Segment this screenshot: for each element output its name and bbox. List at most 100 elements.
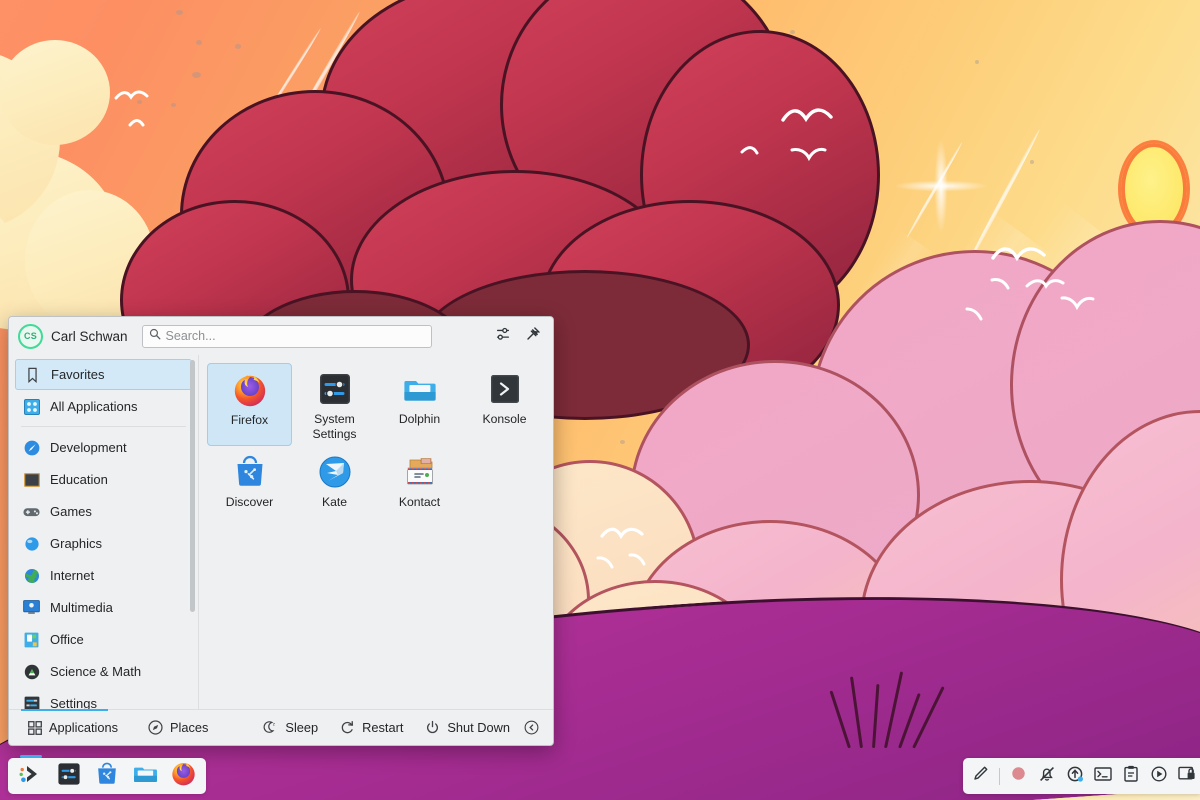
tray-notifications[interactable] (1037, 766, 1056, 786)
sidebar-item-label: Settings (50, 696, 97, 709)
category-sidebar[interactable]: Favorites All Applications Development E… (9, 355, 199, 709)
sidebar-item-internet[interactable]: Internet (15, 560, 192, 591)
sidebar-item-all-applications[interactable]: All Applications (15, 391, 192, 422)
tray-updates[interactable] (1065, 766, 1084, 786)
kickoff-body: Favorites All Applications Development E… (9, 355, 553, 709)
system-settings-icon (57, 762, 81, 791)
leave-more-button[interactable] (520, 716, 543, 739)
dolphin-folder-icon (133, 761, 158, 791)
education-icon (23, 471, 40, 488)
firefox-icon (171, 761, 196, 791)
lock-screen-icon (1177, 765, 1196, 787)
bird-icon (600, 520, 646, 546)
tray-clipboard[interactable] (1121, 765, 1140, 788)
sidebar-item-settings[interactable]: Settings (15, 688, 192, 709)
task-discover[interactable] (90, 761, 124, 791)
kickoff-header: CS Carl Schwan (9, 317, 553, 355)
task-firefox[interactable] (166, 761, 200, 791)
firefox-icon (233, 373, 267, 407)
shutdown-button[interactable]: Shut Down (417, 716, 518, 739)
tray-media-player[interactable] (1149, 765, 1168, 786)
grain-speck (975, 60, 979, 64)
pen-icon (972, 765, 989, 787)
graphics-sphere-icon (23, 535, 40, 552)
record-circle-icon (1010, 765, 1027, 787)
app-tile-konsole[interactable]: Konsole (462, 363, 547, 446)
tray-screen-lock[interactable] (1177, 765, 1196, 787)
sidebar-item-office[interactable]: Office (15, 624, 192, 655)
bird-icon (628, 545, 662, 567)
bird-icon (596, 548, 630, 570)
power-label: Restart (362, 720, 404, 735)
bird-icon (128, 112, 162, 132)
search-icon (149, 327, 161, 345)
tray-konsole[interactable] (1093, 766, 1112, 787)
kickoff-footer: Applications Places z Sleep Restart Shut… (9, 709, 553, 745)
grid-apps-icon (27, 720, 42, 735)
bird-icon (740, 138, 784, 160)
bookmark-icon (24, 366, 41, 383)
monitor-media-icon (23, 599, 40, 616)
bird-icon (1060, 288, 1096, 310)
compass-icon (148, 720, 163, 735)
dolphin-folder-icon (403, 372, 437, 406)
app-tile-kontact[interactable]: Kontact (377, 446, 462, 529)
task-system-settings[interactable] (52, 761, 86, 791)
app-label: Konsole (482, 412, 527, 426)
konsole-icon (488, 372, 522, 406)
sidebar-item-label: Office (50, 632, 84, 647)
sidebar-scrollbar[interactable] (190, 360, 195, 612)
bird-icon (990, 270, 1028, 292)
sidebar-item-label: Internet (50, 568, 95, 583)
sidebar-item-games[interactable]: Games (15, 496, 192, 527)
kickoff-launcher-button[interactable] (14, 755, 48, 791)
restart-button[interactable]: Restart (332, 716, 411, 739)
pin-icon (526, 326, 541, 346)
sidebar-item-development[interactable]: Development (15, 432, 192, 463)
avatar[interactable]: CS (18, 323, 43, 349)
panel-left-group (8, 755, 206, 794)
sidebar-item-label: All Applications (50, 399, 138, 414)
sidebar-item-label: Science & Math (50, 664, 142, 679)
app-tile-system-settings[interactable]: System Settings (292, 363, 377, 446)
pin-button[interactable] (522, 325, 545, 348)
sidebar-item-education[interactable]: Education (15, 464, 192, 495)
terminal-icon (1093, 766, 1112, 787)
app-label: Kontact (398, 495, 441, 509)
search-input[interactable] (165, 329, 425, 343)
sidebar-item-multimedia[interactable]: Multimedia (15, 592, 192, 623)
development-icon (23, 439, 40, 456)
sliders-icon (495, 326, 511, 347)
gamepad-icon (23, 503, 40, 520)
tray-recording[interactable] (1009, 767, 1028, 786)
sidebar-item-label: Games (50, 504, 92, 519)
sidebar-item-label: Favorites (51, 367, 105, 382)
search-field[interactable] (141, 324, 432, 348)
kontact-mail-icon (403, 455, 437, 489)
sidebar-item-graphics[interactable]: Graphics (15, 528, 192, 559)
tab-places[interactable]: Places (140, 716, 216, 739)
sidebar-separator (21, 426, 186, 427)
favorites-pane: Firefox System Settings Dolphin Konsole … (199, 355, 553, 709)
app-tile-firefox[interactable]: Firefox (207, 363, 292, 446)
sidebar-item-label: Graphics (50, 536, 103, 551)
sidebar-item-label: Multimedia (50, 600, 113, 615)
app-label: Discover (225, 495, 274, 509)
configure-button[interactable] (491, 325, 514, 348)
task-dolphin[interactable] (128, 761, 162, 791)
application-launcher-menu[interactable]: CS Carl Schwan Search... Favorites All A… (8, 316, 554, 746)
desktop-screen: CS Carl Schwan Search... Favorites All A… (0, 0, 1200, 800)
office-doc-icon (23, 631, 40, 648)
app-tile-kate[interactable]: Kate (292, 446, 377, 529)
sidebar-item-favorites[interactable]: Favorites (15, 359, 192, 390)
tray-annotate[interactable] (971, 765, 990, 787)
bird-icon (780, 100, 834, 126)
sleep-button[interactable]: z Sleep (255, 716, 326, 739)
sidebar-item-science-math[interactable]: Science & Math (15, 656, 192, 687)
tab-applications[interactable]: Applications (19, 716, 126, 739)
app-tile-discover[interactable]: Discover (207, 446, 292, 529)
clipboard-icon (1123, 765, 1139, 788)
favorites-grid: Firefox System Settings Dolphin Konsole … (207, 363, 547, 529)
app-tile-dolphin[interactable]: Dolphin (377, 363, 462, 446)
restart-icon (340, 720, 355, 735)
